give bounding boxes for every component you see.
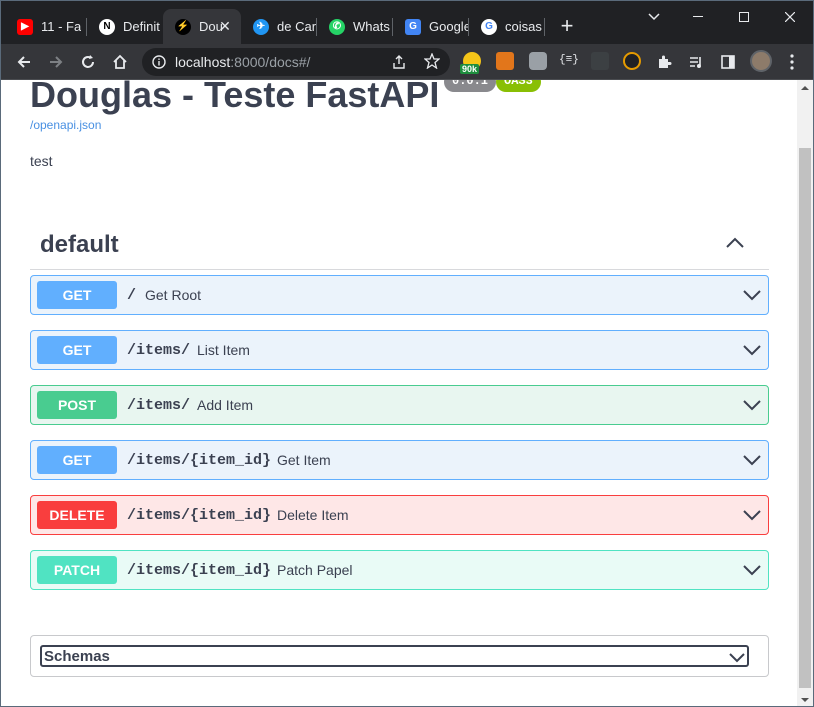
notion-icon: N bbox=[99, 18, 115, 35]
minimize-button[interactable] bbox=[675, 1, 721, 33]
operation-path: /items/ bbox=[127, 342, 191, 359]
tab-google-translate[interactable]: G Google bbox=[393, 9, 469, 44]
extension-badge: 90k bbox=[460, 64, 480, 74]
youtube-icon: ▶ bbox=[17, 18, 33, 35]
address-bar[interactable]: localhost:8000/docs#/ bbox=[142, 48, 450, 76]
tab-search-button[interactable] bbox=[631, 1, 677, 33]
operation-get-item[interactable]: GET /items/{item_id} Get Item bbox=[30, 440, 769, 480]
method-badge: PATCH bbox=[37, 556, 117, 584]
close-tab-icon[interactable]: ✕ bbox=[217, 18, 233, 34]
tag-name: default bbox=[40, 231, 119, 258]
oas-badge: OAS3 bbox=[496, 80, 541, 92]
operation-get-root[interactable]: GET / Get Root bbox=[30, 275, 769, 315]
tab-de-car[interactable]: ✈ de Car bbox=[241, 9, 317, 44]
back-button[interactable] bbox=[12, 50, 36, 74]
menu-kebab-icon[interactable] bbox=[780, 50, 804, 74]
operation-add-item[interactable]: POST /items/ Add Item bbox=[30, 385, 769, 425]
info-icon[interactable] bbox=[152, 55, 166, 74]
mastodon-icon[interactable] bbox=[529, 52, 547, 70]
json-viewer-icon[interactable]: {≡} bbox=[559, 54, 579, 66]
plane-icon: ✈ bbox=[253, 18, 269, 35]
scroll-up-arrow-icon[interactable] bbox=[801, 86, 809, 90]
tab-whatsapp[interactable]: ✆ Whats bbox=[317, 9, 393, 44]
tab-definit[interactable]: N Definit bbox=[87, 9, 163, 44]
chevron-down-icon[interactable] bbox=[742, 453, 762, 471]
whatsapp-icon: ✆ bbox=[329, 18, 345, 35]
new-tab-button[interactable]: + bbox=[557, 15, 577, 37]
reload-button[interactable] bbox=[76, 50, 100, 74]
tab-docs[interactable]: ⚡ Dou ✕ bbox=[163, 9, 241, 44]
extension-blank-icon[interactable] bbox=[591, 52, 609, 70]
method-badge: POST bbox=[37, 391, 117, 419]
method-badge: DELETE bbox=[37, 501, 117, 529]
profile-avatar[interactable] bbox=[750, 50, 772, 72]
api-description: test bbox=[30, 153, 53, 169]
extensions-puzzle-icon[interactable] bbox=[652, 50, 676, 74]
method-badge: GET bbox=[37, 446, 117, 474]
operation-list-item[interactable]: GET /items/ List Item bbox=[30, 330, 769, 370]
version-badge: 0.0.1 bbox=[444, 80, 497, 92]
chevron-down-icon[interactable] bbox=[742, 508, 762, 526]
media-controls-icon[interactable] bbox=[684, 50, 708, 74]
operation-summary: Get Root bbox=[145, 287, 202, 303]
share-icon[interactable] bbox=[391, 54, 407, 75]
chevron-down-icon[interactable] bbox=[742, 343, 762, 361]
chevron-down-icon[interactable] bbox=[742, 288, 762, 306]
scroll-down-arrow-icon[interactable] bbox=[801, 698, 809, 702]
chevron-up-icon[interactable] bbox=[725, 236, 745, 254]
operation-summary: Add Item bbox=[197, 397, 254, 413]
swagger-page: Douglas - Teste FastAPI 0.0.1 OAS3 /open… bbox=[1, 80, 797, 706]
maximize-button[interactable] bbox=[721, 1, 767, 33]
operation-summary: Patch Papel bbox=[277, 562, 353, 578]
page-title: Douglas - Teste FastAPI bbox=[30, 80, 440, 115]
operation-path: /items/ bbox=[127, 397, 191, 414]
method-badge: GET bbox=[37, 281, 117, 309]
extension-pie-icon[interactable] bbox=[623, 52, 641, 70]
side-panel-icon[interactable] bbox=[716, 50, 740, 74]
page-scrollbar[interactable] bbox=[797, 80, 813, 706]
operation-path: /items/{item_id} bbox=[127, 452, 272, 469]
schemas-label: Schemas bbox=[44, 648, 110, 665]
operation-path: / bbox=[127, 287, 137, 304]
forward-button[interactable] bbox=[44, 50, 68, 74]
operation-summary: List Item bbox=[197, 342, 250, 358]
browser-toolbar: localhost:8000/docs#/ 90k {≡} bbox=[1, 44, 813, 80]
chevron-down-icon[interactable] bbox=[742, 563, 762, 581]
chevron-down-icon[interactable] bbox=[742, 398, 762, 416]
browser-window: ▶ 11 - Fa N Definit ⚡ Dou ✕ ✈ de Car ✆ W… bbox=[0, 0, 814, 707]
home-button[interactable] bbox=[108, 50, 132, 74]
chevron-down-icon[interactable] bbox=[728, 650, 746, 668]
metamask-icon[interactable] bbox=[496, 52, 514, 70]
schemas-toggle-button[interactable]: Schemas bbox=[40, 645, 749, 667]
schemas-section: Schemas bbox=[30, 635, 769, 677]
method-badge: GET bbox=[37, 336, 117, 364]
fastapi-icon: ⚡ bbox=[175, 18, 191, 35]
google-icon: G bbox=[481, 18, 497, 35]
scrollbar-thumb[interactable] bbox=[799, 148, 811, 688]
url-text: localhost:8000/docs#/ bbox=[175, 54, 311, 70]
operation-patch-papel[interactable]: PATCH /items/{item_id} Patch Papel bbox=[30, 550, 769, 590]
tag-section-header[interactable]: default bbox=[30, 225, 769, 270]
operation-summary: Delete Item bbox=[277, 507, 349, 523]
close-window-button[interactable] bbox=[767, 1, 813, 33]
operation-path: /items/{item_id} bbox=[127, 507, 272, 524]
google-translate-icon: G bbox=[405, 18, 421, 35]
operation-summary: Get Item bbox=[277, 452, 331, 468]
operation-delete-item[interactable]: DELETE /items/{item_id} Delete Item bbox=[30, 495, 769, 535]
tab-youtube[interactable]: ▶ 11 - Fa bbox=[5, 9, 87, 44]
bookmark-star-icon[interactable] bbox=[423, 52, 441, 74]
tab-strip: ▶ 11 - Fa N Definit ⚡ Dou ✕ ✈ de Car ✆ W… bbox=[1, 1, 813, 44]
tab-coisas[interactable]: G coisas bbox=[469, 9, 545, 44]
operation-path: /items/{item_id} bbox=[127, 562, 272, 579]
openapi-json-link[interactable]: /openapi.json bbox=[30, 118, 101, 132]
